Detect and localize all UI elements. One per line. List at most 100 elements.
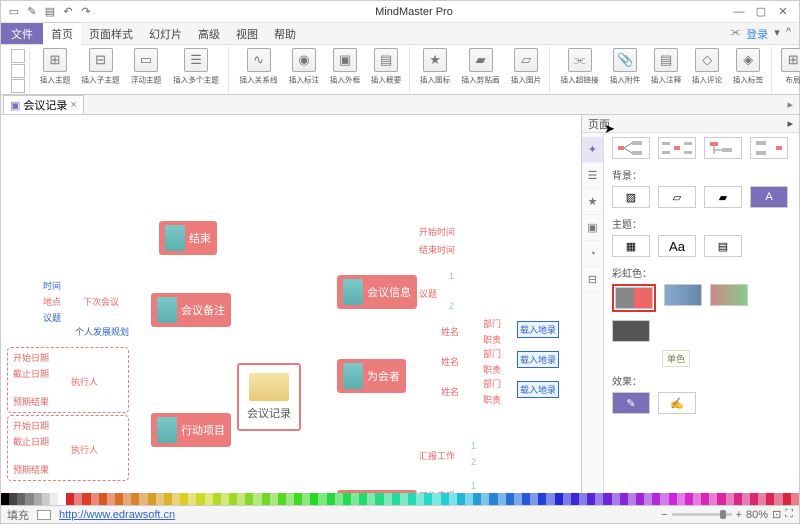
tab-help[interactable]: 帮助 xyxy=(266,23,304,45)
insert-callout-button[interactable]: ◉插入标注 xyxy=(285,47,323,87)
color-swatch[interactable] xyxy=(742,493,750,505)
color-swatch[interactable] xyxy=(180,493,188,505)
color-swatch[interactable] xyxy=(481,493,489,505)
leaf-dept3[interactable]: 部门 xyxy=(483,377,501,390)
color-swatch[interactable] xyxy=(717,493,725,505)
color-swatch[interactable] xyxy=(587,493,595,505)
node-center[interactable]: 会议记录 xyxy=(237,363,301,431)
leaf-input1[interactable]: 载入地录 xyxy=(517,321,559,338)
color-swatch[interactable] xyxy=(253,493,261,505)
color-swatch[interactable] xyxy=(791,493,799,505)
color-swatch[interactable] xyxy=(82,493,90,505)
color-swatch[interactable] xyxy=(99,493,107,505)
tab-view[interactable]: 视图 xyxy=(228,23,266,45)
vtab-icons-icon[interactable]: ★ xyxy=(582,189,603,215)
color-swatch[interactable] xyxy=(669,493,677,505)
insert-hyperlink-button[interactable]: ⫘插入超链接 xyxy=(556,47,603,87)
theme-font[interactable]: Aa xyxy=(658,235,696,257)
close-icon[interactable]: ✕ xyxy=(773,4,793,20)
color-swatch[interactable] xyxy=(709,493,717,505)
panel-collapse-icon[interactable]: ▸ xyxy=(787,117,793,130)
effect-brush[interactable]: ✎ xyxy=(612,392,650,414)
vtab-history-icon[interactable]: ⊟ xyxy=(582,267,603,293)
color-swatch[interactable] xyxy=(766,493,774,505)
color-swatch[interactable] xyxy=(156,493,164,505)
leaf-name1[interactable]: 姓名 xyxy=(441,325,459,338)
tab-slides[interactable]: 幻灯片 xyxy=(141,23,190,45)
color-swatch[interactable] xyxy=(693,493,701,505)
canvas[interactable]: 会议记录 结束 会议备注 行动项目 通选购议 会议信息 为会者 会议日程 时间 … xyxy=(1,115,581,505)
color-swatch[interactable] xyxy=(701,493,709,505)
leaf-plan[interactable]: 个人发展规划 xyxy=(75,325,129,338)
color-swatch[interactable] xyxy=(359,493,367,505)
leaf-resp2[interactable]: 职责 xyxy=(483,363,501,376)
color-swatch[interactable] xyxy=(538,493,546,505)
color-swatch[interactable] xyxy=(603,493,611,505)
leaf-input3[interactable]: 载入地录 xyxy=(517,381,559,398)
color-swatch[interactable] xyxy=(367,493,375,505)
color-swatch[interactable] xyxy=(465,493,473,505)
color-swatch[interactable] xyxy=(9,493,17,505)
color-swatch[interactable] xyxy=(392,493,400,505)
color-swatch[interactable] xyxy=(628,493,636,505)
cut-icon[interactable] xyxy=(11,64,25,78)
insert-topic-button[interactable]: ⊞插入主题 xyxy=(36,47,74,87)
qat-redo-icon[interactable]: ↷ xyxy=(79,5,93,19)
zoom-slider[interactable] xyxy=(672,513,732,516)
fill-swatch[interactable] xyxy=(37,510,51,520)
maximize-icon[interactable]: ▢ xyxy=(751,4,771,20)
color-swatch[interactable] xyxy=(115,493,123,505)
color-swatch[interactable] xyxy=(237,493,245,505)
color-swatch[interactable] xyxy=(196,493,204,505)
color-swatch[interactable] xyxy=(318,493,326,505)
color-swatch[interactable] xyxy=(294,493,302,505)
color-swatch[interactable] xyxy=(726,493,734,505)
color-swatch[interactable] xyxy=(384,493,392,505)
leaf-dept1[interactable]: 部门 xyxy=(483,317,501,330)
color-swatch[interactable] xyxy=(457,493,465,505)
node-info[interactable]: 会议信息 xyxy=(337,275,417,309)
insert-image-button[interactable]: ▱插入图片 xyxy=(507,47,545,87)
color-swatch[interactable] xyxy=(262,493,270,505)
color-swatch[interactable] xyxy=(571,493,579,505)
color-swatch[interactable] xyxy=(563,493,571,505)
insert-summary-button[interactable]: ▤插入概要 xyxy=(367,47,405,87)
color-swatch[interactable] xyxy=(685,493,693,505)
color-swatch[interactable] xyxy=(213,493,221,505)
dropdown-icon[interactable]: ▾ xyxy=(774,26,780,42)
color-swatch[interactable] xyxy=(473,493,481,505)
color-swatch[interactable] xyxy=(612,493,620,505)
color-swatch[interactable] xyxy=(107,493,115,505)
insert-subtopic-button[interactable]: ⊟插入子主题 xyxy=(77,47,124,87)
fullscreen-icon[interactable]: ⛶ xyxy=(785,508,793,521)
tab-advanced[interactable]: 高级 xyxy=(190,23,228,45)
layout-tree[interactable] xyxy=(704,137,742,159)
file-menu[interactable]: 文件 xyxy=(1,23,43,44)
color-swatch[interactable] xyxy=(579,493,587,505)
color-swatch[interactable] xyxy=(774,493,782,505)
color-swatch[interactable] xyxy=(66,493,74,505)
color-swatch[interactable] xyxy=(25,493,33,505)
copy-icon[interactable] xyxy=(11,79,25,93)
panel-toggle-icon[interactable]: ▸ xyxy=(787,98,799,111)
leaf-etime[interactable]: 结束时间 xyxy=(419,243,455,256)
color-swatch[interactable] xyxy=(636,493,644,505)
qat-save-icon[interactable]: ▤ xyxy=(43,5,57,19)
color-swatch[interactable] xyxy=(506,493,514,505)
leaf-sdate2[interactable]: 开始日期 xyxy=(13,419,49,432)
qat-undo-icon[interactable]: ↶ xyxy=(61,5,75,19)
bg-none[interactable]: ▨ xyxy=(612,186,650,208)
color-swatch[interactable] xyxy=(42,493,50,505)
layout-button[interactable]: ⊞布局 xyxy=(778,47,800,87)
qat-new-icon[interactable]: ▭ xyxy=(7,5,21,19)
leaf-input2[interactable]: 载入地录 xyxy=(517,351,559,368)
leaf-owner2[interactable]: 执行人 xyxy=(71,443,98,456)
color-swatch[interactable] xyxy=(343,493,351,505)
login-link[interactable]: 登录 xyxy=(746,26,768,42)
leaf-result2[interactable]: 预期结果 xyxy=(13,463,49,476)
color-swatch[interactable] xyxy=(400,493,408,505)
collapse-ribbon-icon[interactable]: ^ xyxy=(786,26,791,42)
color-swatch[interactable] xyxy=(302,493,310,505)
color-swatch[interactable] xyxy=(188,493,196,505)
effect-hand[interactable]: ✍ xyxy=(658,392,696,414)
